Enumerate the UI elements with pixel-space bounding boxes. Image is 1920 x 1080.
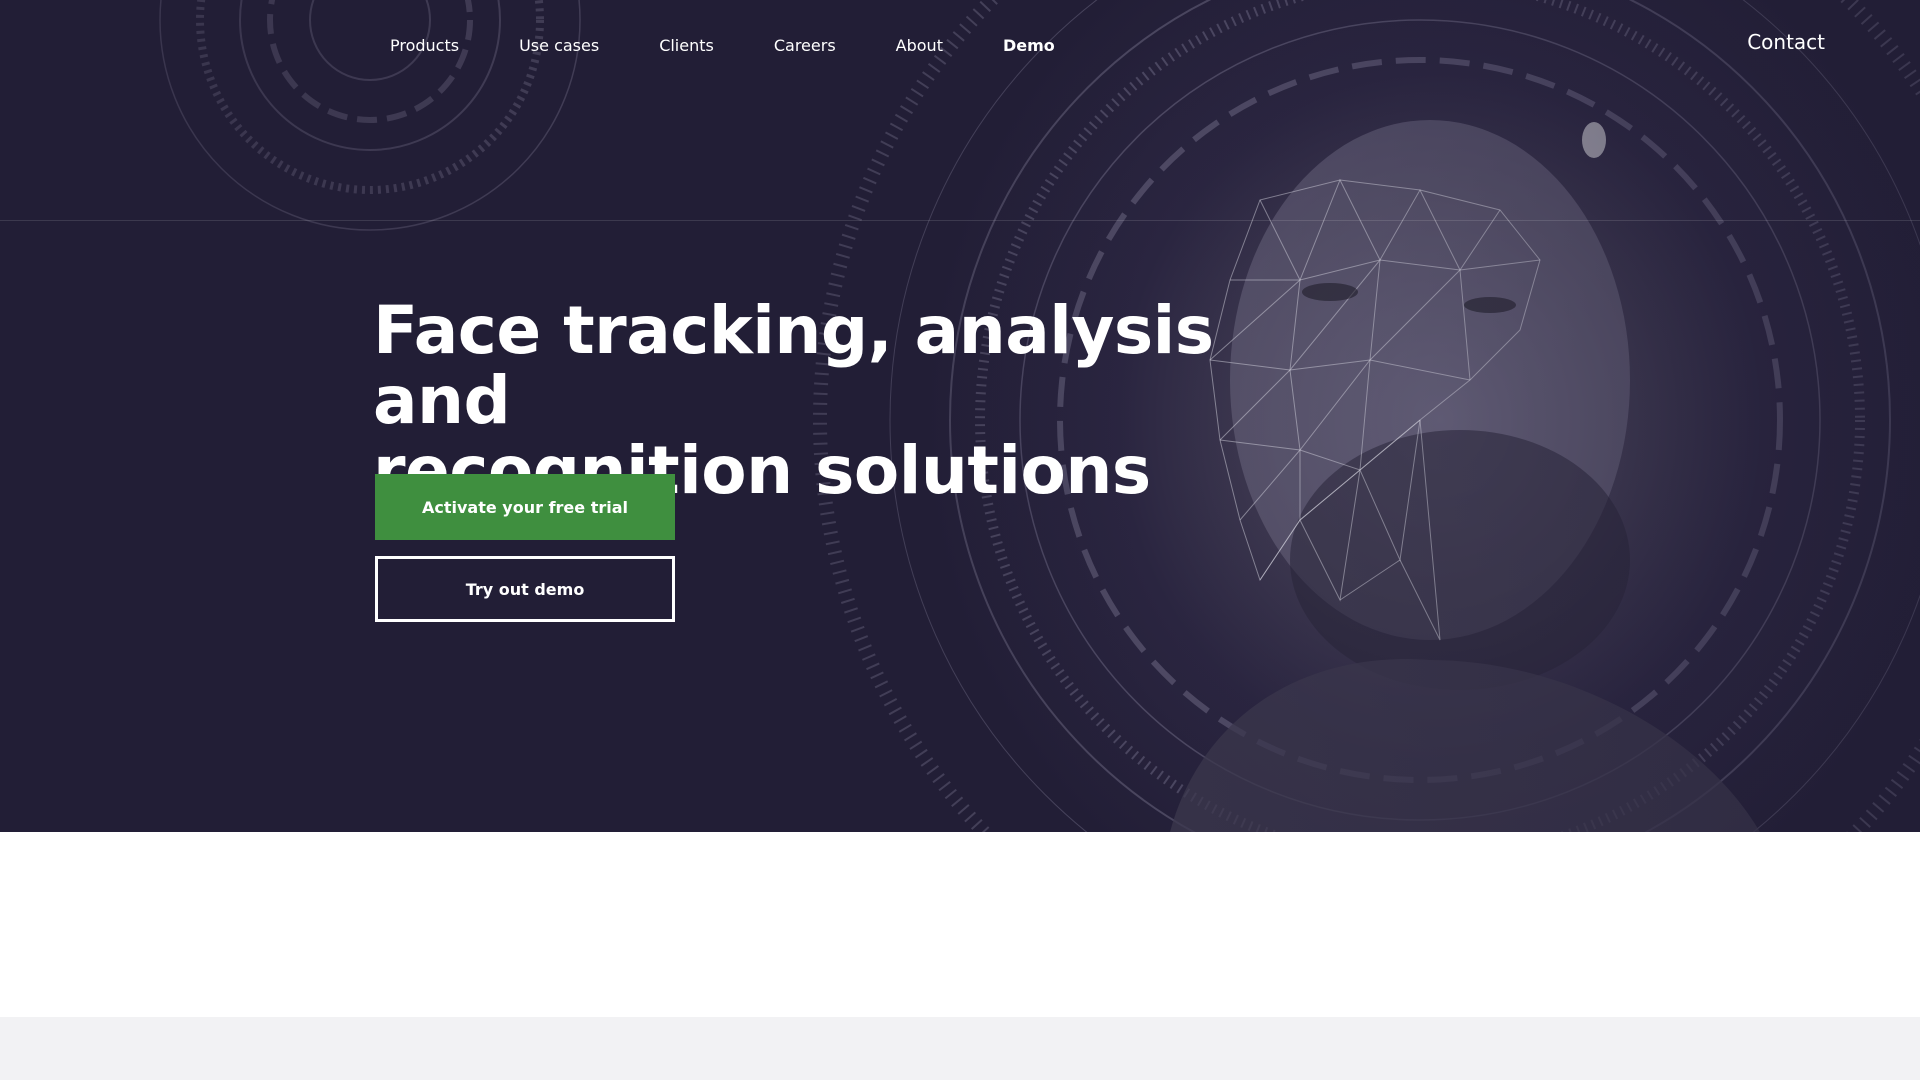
nav-item-products[interactable]: Products [390, 34, 459, 58]
grey-section [0, 1017, 1920, 1080]
content-section [0, 832, 1920, 1017]
nav-item-careers[interactable]: Careers [774, 34, 836, 58]
nav-contact-link[interactable]: Contact [1747, 28, 1825, 56]
nav-item-use-cases[interactable]: Use cases [519, 34, 599, 58]
try-out-demo-button[interactable]: Try out demo [375, 556, 675, 622]
hero-section: Products Use cases Clients Careers About… [0, 0, 1920, 832]
nav-item-demo[interactable]: Demo [1003, 34, 1055, 58]
main-menu: Products Use cases Clients Careers About… [390, 34, 1115, 58]
nav-item-about[interactable]: About [896, 34, 943, 58]
top-navigation: Products Use cases Clients Careers About… [0, 0, 1920, 221]
nav-item-clients[interactable]: Clients [659, 34, 714, 58]
hero-headline-line-1: Face tracking, analysis and [373, 292, 1214, 439]
activate-free-trial-button[interactable]: Activate your free trial [375, 474, 675, 540]
